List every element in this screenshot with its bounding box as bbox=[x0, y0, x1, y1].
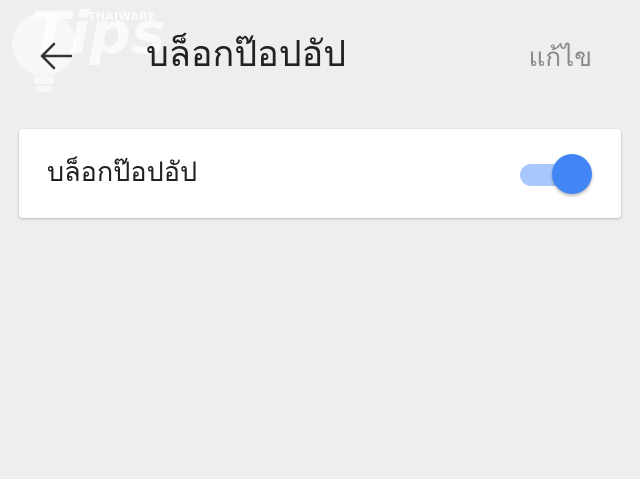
edit-button[interactable]: แก้ไข bbox=[529, 38, 592, 78]
page-title: บล็อกป๊อปอัป bbox=[146, 34, 347, 75]
settings-card: บล็อกป๊อปอัป bbox=[19, 129, 621, 218]
block-popups-label: บล็อกป๊อปอัป bbox=[47, 157, 198, 188]
toggle-thumb bbox=[552, 154, 592, 194]
block-popups-toggle[interactable] bbox=[519, 153, 595, 195]
arrow-back-icon bbox=[40, 42, 73, 70]
back-button[interactable] bbox=[34, 38, 78, 74]
app-bar: บล็อกป๊อปอัป แก้ไข bbox=[0, 0, 640, 112]
